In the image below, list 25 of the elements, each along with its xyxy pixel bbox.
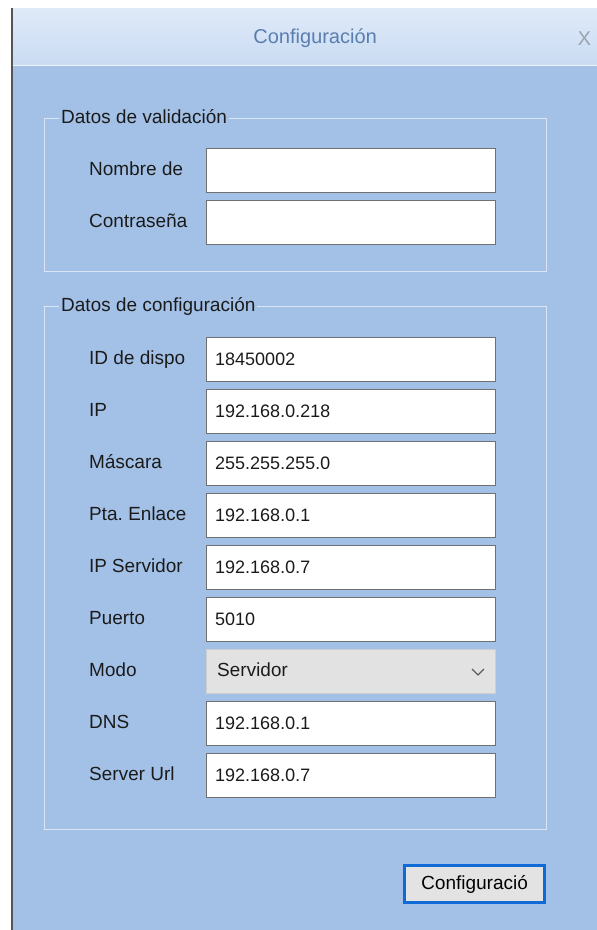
input-field[interactable]: 192.168.0.218 <box>206 389 496 434</box>
input-field[interactable]: 192.168.0.7 <box>206 753 496 798</box>
field-label: IP <box>89 399 108 424</box>
window-title: Configuración <box>252 24 377 50</box>
field-label: Server Url <box>89 763 176 788</box>
field-label: ID de dispo <box>89 347 186 372</box>
input-field[interactable]: 255.255.255.0 <box>206 441 496 486</box>
input-field[interactable]: 5010 <box>206 597 496 642</box>
input-field[interactable]: 192.168.0.1 <box>206 493 496 538</box>
input-field[interactable] <box>206 200 496 245</box>
input-field[interactable] <box>206 148 496 193</box>
field-label: Contraseña <box>89 210 188 234</box>
field-label: DNS <box>89 711 130 736</box>
input-field[interactable]: 192.168.0.7 <box>206 545 496 590</box>
input-field[interactable]: 18450002 <box>206 337 496 382</box>
field-label: Máscara <box>89 451 163 476</box>
dropdown[interactable]: Servidor <box>206 649 496 694</box>
input-field[interactable]: 192.168.0.1 <box>206 701 496 746</box>
field-label: Pta. Enlace <box>89 503 188 528</box>
field-label: Nombre de <box>89 158 184 182</box>
field-label: Modo <box>89 659 138 684</box>
configure-button[interactable]: Configuració <box>403 864 546 904</box>
field-label: IP Servidor <box>89 555 184 580</box>
chevron-down-icon <box>471 668 485 676</box>
field-label: Puerto <box>89 607 146 632</box>
